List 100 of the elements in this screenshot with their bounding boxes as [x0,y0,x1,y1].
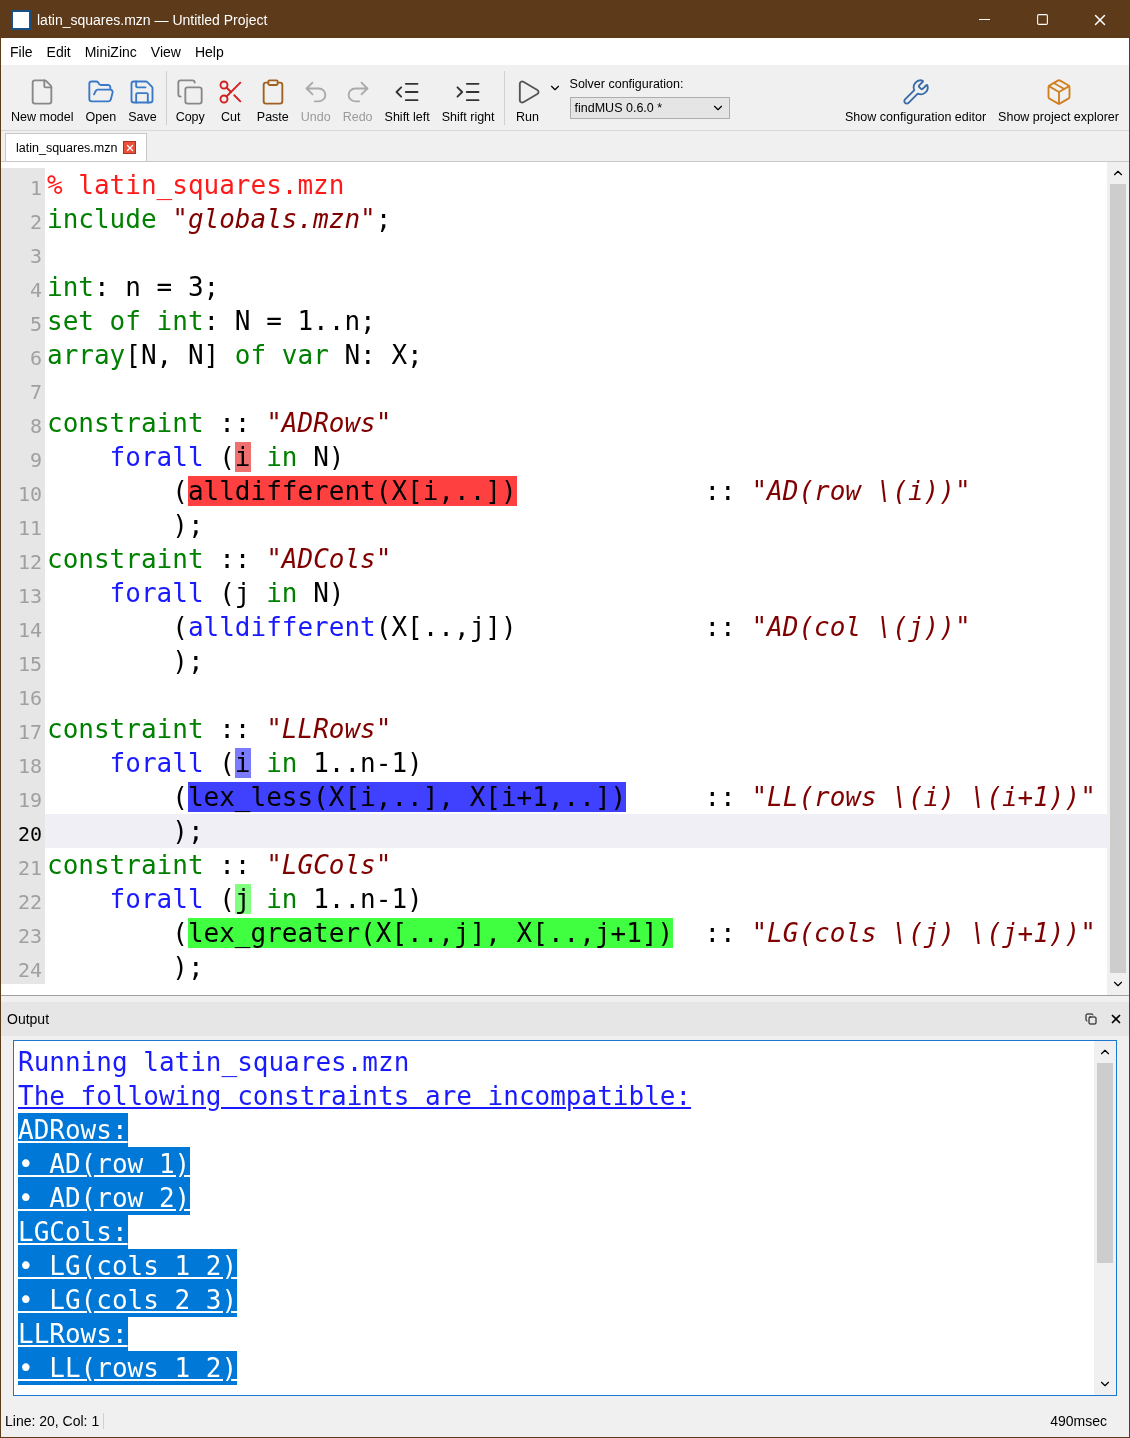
highlighted-code: j [234,884,251,914]
code-text: :: [218,714,252,744]
toolbar-button[interactable]: Copy [169,67,211,128]
panel-title: Output [7,1011,51,1027]
toolbar-button[interactable]: Paste [250,67,295,128]
highlighted-code: i [234,748,251,778]
scrollbar[interactable] [1107,162,1129,995]
keyword: in [266,578,298,608]
menu-item[interactable]: Help [187,43,231,60]
line-number: 15 [1,644,45,678]
wrench-icon [901,77,930,106]
file-tab[interactable]: latin_squares.mzn [5,133,148,161]
code-text: :: [703,476,737,506]
keyword: include [47,204,158,234]
menu-item[interactable]: Edit [39,43,78,60]
string-literal: "AD(row \(i))" [751,476,971,506]
close-icon[interactable] [123,141,137,154]
code-text: (j [218,578,252,608]
solver-label: Solver configuration: [569,76,685,91]
line-number: 11 [1,508,45,542]
code-text: ( [171,476,188,506]
window-title: latin_squares.mzn — Untitled Project [37,11,269,28]
line-number: 5 [1,304,45,338]
line-number: 13 [1,576,45,610]
minimize-icon [978,19,990,20]
string-literal: "LGCols" [266,850,392,880]
code-text: N) [312,442,345,472]
string-literal: "LG(cols \(j) \(j+1))" [751,918,1096,948]
line-number: 2 [1,202,45,236]
function-name: alldifferent [187,612,376,642]
keyword: in [265,748,298,778]
solver-select[interactable]: findMUS 0.6.0 * [569,96,730,119]
line-number: 17 [1,712,45,746]
code-text: N: X; [343,340,423,370]
string-literal: "LL(rows \(i) \(i+1))" [751,782,1096,812]
float-icon[interactable] [1085,1013,1097,1025]
code-text: ( [218,884,235,914]
toolbar-button[interactable]: Run [507,67,548,128]
code-text: (X[..,j]) :: [375,612,737,642]
code-text: :: [703,782,737,812]
code-text: ( [218,748,235,778]
code-text: 1..n-1) [312,748,423,778]
close-icon[interactable] [1109,1012,1123,1026]
function-name: forall [108,748,204,778]
maximize-icon [1035,13,1049,26]
keyword: int [47,272,94,302]
code-text: N) [312,578,345,608]
highlighted-code: lex_less(X[i,..], X[i+1,..]) [187,782,627,812]
scrollbar[interactable] [1094,1041,1116,1395]
menu-item[interactable]: MiniZinc [77,43,144,60]
string-literal: "LLRows" [266,714,392,744]
code-text: [N, N] [125,340,221,370]
toolbar-button[interactable]: Shift left [378,67,436,128]
code-text: ); [171,952,204,982]
code-text: ( [171,612,188,642]
elapsed-time: 490msec [1050,1412,1108,1429]
keyword: of var [234,340,329,370]
code-text: :: [218,544,252,574]
line-number: 10 [1,474,45,508]
function-name: forall [108,884,204,914]
toolbar-button[interactable]: Shift right [435,67,501,128]
line-number: 21 [1,848,45,882]
line-number: 12 [1,542,45,576]
toolbar-button[interactable]: New model [5,67,80,128]
string-literal: "globals.mzn" [172,204,376,234]
toolbar-button[interactable]: Show configuration editor [839,67,993,128]
keyword: constraint [47,544,204,574]
line-number: 4 [1,270,45,304]
function-name: forall [108,578,204,608]
line-number: 14 [1,610,45,644]
line-number: 1 [1,168,45,202]
keyword: constraint [47,408,204,438]
menu-item[interactable]: View [143,43,188,60]
line-number: 20 [1,814,45,848]
function-name: forall [108,442,204,472]
keyword: array [47,340,126,370]
line-number: 6 [1,338,45,372]
line-number: 7 [1,372,45,406]
code-text: 1..n-1) [312,884,423,914]
code-text: :: [218,850,252,880]
code-text: :: [703,918,737,948]
output-line: Running latin_squares.mzn [18,1046,410,1079]
toolbar-button[interactable]: Show project explorer [992,67,1125,128]
code-text: ( [171,918,188,948]
code-text: ( [218,442,235,472]
line-number: 18 [1,746,45,780]
comment: % latin_squares.mzn [47,170,345,200]
code-text: :: [218,408,252,438]
line-number: 9 [1,440,45,474]
toolbar-button[interactable]: Cut [210,67,251,128]
line-number: 3 [1,236,45,270]
keyword: in [265,884,298,914]
code-text: ); [171,646,204,676]
toolbar-button[interactable]: Open [79,67,123,128]
menu-item[interactable]: File [3,43,40,60]
output-line[interactable]: The following constraints are incompatible: [18,1079,692,1113]
string-literal: "ADCols" [266,544,392,574]
keyword: in [265,442,298,472]
toolbar-button[interactable]: Save [122,67,163,128]
line-number: 16 [1,678,45,712]
